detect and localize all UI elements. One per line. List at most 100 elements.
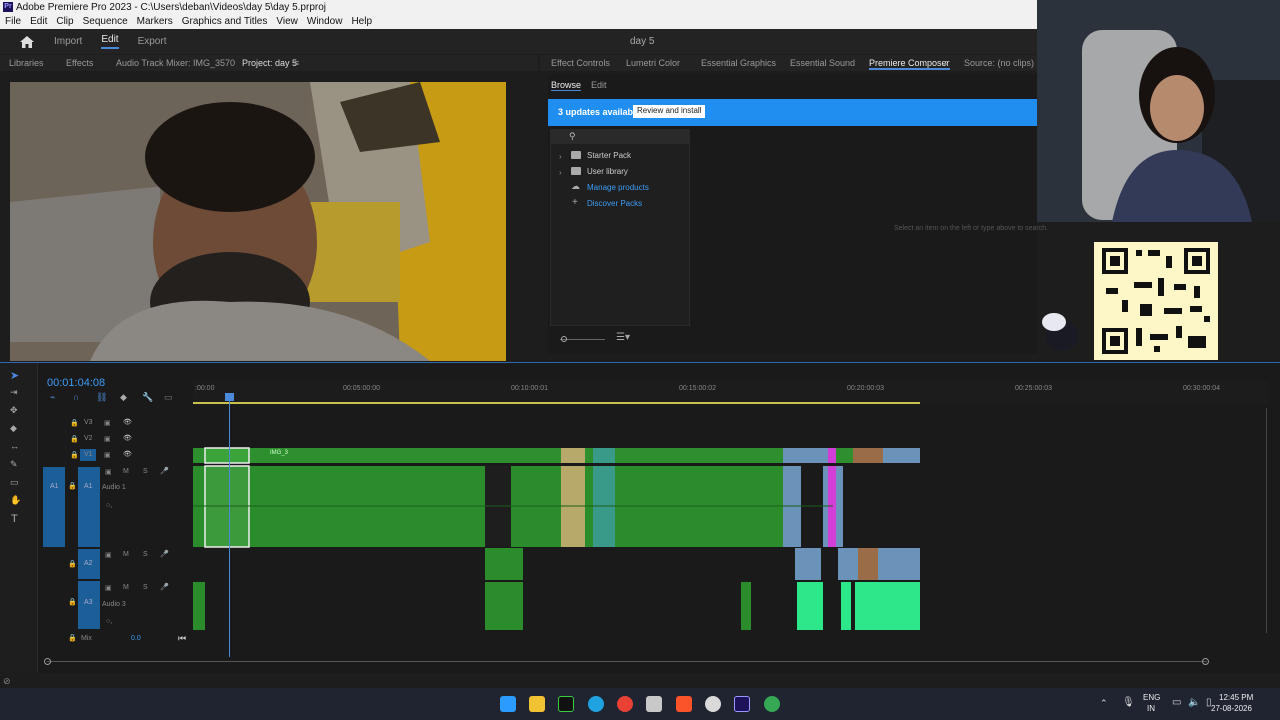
lock-icon[interactable]: 🔒 <box>68 482 77 490</box>
sync-icon[interactable]: ▣ <box>105 584 112 592</box>
discover-packs-link[interactable]: Discover Packs <box>587 199 642 208</box>
lock-icon[interactable]: 🔒 <box>68 560 77 568</box>
sync-icon[interactable]: ▣ <box>104 435 111 443</box>
playhead-handle[interactable] <box>225 393 234 401</box>
tab-source[interactable]: Source: (no clips) <box>964 58 1034 68</box>
menu-graphics[interactable]: Graphics and Titles <box>182 15 268 29</box>
solo-button[interactable]: S <box>143 551 148 558</box>
menu-help[interactable]: Help <box>351 15 372 29</box>
region-indicator[interactable]: IN <box>1147 704 1155 713</box>
menu-file[interactable]: File <box>5 15 21 29</box>
tab-premiere-composer[interactable]: Premiere Composer <box>869 58 950 70</box>
chevron-right-icon[interactable]: › <box>559 168 562 177</box>
tab-import[interactable]: Import <box>54 36 82 47</box>
file-explorer-icon[interactable] <box>529 696 545 712</box>
a1-target[interactable]: A1 <box>78 467 100 547</box>
search-bar[interactable]: ⚲ <box>551 130 689 144</box>
mix-value[interactable]: 0.0 <box>131 635 141 642</box>
a3-target[interactable]: A3 <box>78 581 100 629</box>
tab-libraries[interactable]: Libraries <box>9 58 44 68</box>
language-indicator[interactable]: ENG <box>1143 693 1160 702</box>
lock-icon[interactable]: 🔒 <box>68 598 77 606</box>
selection-tool-icon[interactable]: ➤ <box>10 369 19 382</box>
volume-icon[interactable]: 🔈 <box>1188 697 1200 708</box>
subtab-edit[interactable]: Edit <box>591 80 607 90</box>
tab-export[interactable]: Export <box>138 36 167 47</box>
a2-target[interactable]: A2 <box>78 549 100 579</box>
brave-icon[interactable] <box>676 696 692 712</box>
home-icon[interactable] <box>20 35 34 48</box>
review-install-button[interactable]: Review and install <box>633 105 706 118</box>
lock-icon[interactable]: 🔒 <box>70 435 79 443</box>
tab-lumetri-color[interactable]: Lumetri Color <box>626 58 680 68</box>
razor-tool-icon[interactable]: ◆ <box>10 423 17 434</box>
mute-button[interactable]: M <box>123 584 129 591</box>
mute-button[interactable]: M <box>123 468 129 475</box>
mic-tray-icon[interactable]: 🎙 <box>1122 697 1135 708</box>
linked-selection-icon[interactable]: ⛓ <box>96 392 107 403</box>
program-monitor[interactable] <box>10 82 506 361</box>
vertical-scrollbar[interactable] <box>1266 408 1267 633</box>
playhead-line[interactable] <box>229 399 230 657</box>
clock-time[interactable]: 12:45 PM <box>1219 693 1253 702</box>
premiere-taskbar-icon[interactable] <box>734 696 750 712</box>
mic-icon[interactable]: 🎤 <box>160 583 169 591</box>
horizontal-scrollbar[interactable] <box>47 661 1207 662</box>
zoom-slider-handle[interactable] <box>561 336 567 342</box>
scroll-handle-right[interactable] <box>1202 658 1209 665</box>
edge-icon[interactable] <box>588 696 604 712</box>
store-icon[interactable] <box>646 696 662 712</box>
chatgpt-icon[interactable] <box>705 696 721 712</box>
solo-button[interactable]: S <box>143 468 148 475</box>
source-patch-a1[interactable]: A1 <box>43 467 65 547</box>
tab-audio-track-mixer[interactable]: Audio Track Mixer: IMG_3570 <box>116 58 235 68</box>
rectangle-tool-icon[interactable]: ▭ <box>10 477 19 488</box>
sync-icon[interactable]: ▣ <box>105 551 112 559</box>
chevron-right-icon[interactable]: › <box>559 152 562 161</box>
chevron-up-icon[interactable]: ⌃ <box>1100 698 1108 709</box>
eye-icon[interactable]: 👁 <box>123 450 132 458</box>
nvidia-icon[interactable] <box>558 696 574 712</box>
type-tool-icon[interactable]: T <box>11 513 18 525</box>
eye-icon[interactable]: 👁 <box>123 418 132 426</box>
subtab-browse[interactable]: Browse <box>551 80 582 91</box>
scroll-handle-left[interactable] <box>44 658 51 665</box>
panel-menu-icon[interactable]: ≡ <box>294 58 299 68</box>
tree-starter-pack[interactable]: Starter Pack <box>587 151 631 160</box>
tree-user-library[interactable]: User library <box>587 167 628 176</box>
manage-products-link[interactable]: Manage products <box>587 183 649 192</box>
menu-edit[interactable]: Edit <box>30 15 47 29</box>
slip-tool-icon[interactable]: ↔ <box>10 441 19 451</box>
tab-effect-controls[interactable]: Effect Controls <box>551 58 610 68</box>
wrench-icon[interactable]: 🔧 <box>142 392 153 403</box>
mic-icon[interactable]: 🎤 <box>160 467 169 475</box>
sync-icon[interactable]: ▣ <box>104 451 111 459</box>
captions-icon[interactable]: ▭ <box>164 392 173 403</box>
sync-icon[interactable]: ▣ <box>105 468 112 476</box>
volume-knob-icon[interactable]: ○, <box>106 502 112 509</box>
network-icon[interactable]: ▭ <box>1172 697 1181 708</box>
magnet-icon[interactable]: ∩ <box>73 392 79 402</box>
menu-markers[interactable]: Markers <box>137 15 173 29</box>
mic-icon[interactable]: 🎤 <box>160 550 169 558</box>
chrome-icon[interactable] <box>617 696 633 712</box>
sync-icon[interactable]: ▣ <box>104 419 111 427</box>
list-view-icon[interactable]: ☰▾ <box>616 332 630 343</box>
mute-button[interactable]: M <box>123 551 129 558</box>
time-ruler[interactable]: :00:00 00:05:00:00 00:10:00:01 00:15:00:… <box>193 381 1268 405</box>
add-marker-icon[interactable]: ◆ <box>120 392 127 403</box>
tab-essential-sound[interactable]: Essential Sound <box>790 58 855 68</box>
go-to-end-icon[interactable]: ⏮ <box>178 633 186 644</box>
lock-icon[interactable]: 🔒 <box>70 451 79 459</box>
tab-edit[interactable]: Edit <box>101 34 119 49</box>
panel-menu-icon[interactable]: ≡ <box>943 58 948 68</box>
pen-tool-icon[interactable]: ✎ <box>10 459 18 470</box>
ripple-edit-tool-icon[interactable]: ✥ <box>10 405 18 416</box>
eye-icon[interactable]: 👁 <box>123 434 132 442</box>
tab-project[interactable]: Project: day 5 <box>242 58 297 68</box>
windows-start-icon[interactable] <box>500 696 516 712</box>
menu-window[interactable]: Window <box>307 15 343 29</box>
tab-effects[interactable]: Effects <box>66 58 93 68</box>
menu-view[interactable]: View <box>276 15 298 29</box>
clock-date[interactable]: 27-08-2026 <box>1211 704 1252 713</box>
